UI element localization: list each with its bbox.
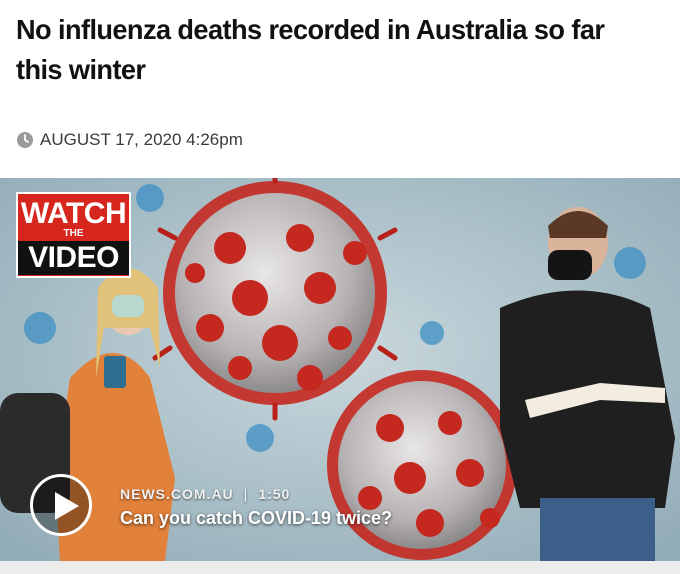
- meta-separator: |: [243, 486, 249, 502]
- publish-date: AUGUST 17, 2020 4:26pm: [40, 130, 243, 149]
- video-duration: 1:50: [258, 486, 291, 502]
- article-headline: No influenza deaths recorded in Australi…: [16, 14, 605, 85]
- play-button[interactable]: [30, 474, 92, 536]
- video-source: NEWS.COM.AU: [120, 486, 234, 502]
- clock-icon: [17, 132, 33, 148]
- next-content-strip: [0, 561, 680, 574]
- play-icon: [55, 492, 79, 520]
- watch-the-video-badge: WATCH THE VIDEO: [16, 192, 131, 278]
- video-meta: NEWS.COM.AU | 1:50: [120, 486, 290, 502]
- article-dateline: AUGUST 17, 2020 4:26pm: [16, 128, 243, 152]
- video-title[interactable]: Can you catch COVID-19 twice?: [120, 508, 392, 529]
- badge-video: VIDEO: [18, 241, 129, 275]
- badge-watch: WATCH: [20, 197, 127, 230]
- video-player[interactable]: WATCH THE VIDEO NEWS.COM.AU | 1:50 Can you…: [0, 178, 680, 561]
- badge-the: THE: [63, 228, 84, 239]
